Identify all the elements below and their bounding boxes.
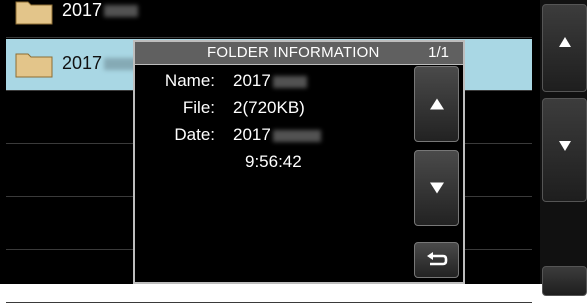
folder-information-dialog: FOLDER INFORMATION 1/1 Name: 2017 File: …: [133, 40, 465, 284]
down-arrow-icon: [429, 182, 444, 194]
time-value: 9:56:42: [245, 152, 302, 171]
folder-row-label: 2017: [62, 0, 139, 21]
folder-row-label: 2017: [62, 53, 139, 74]
scroll-column: [540, 0, 587, 296]
dialog-return-button[interactable]: [414, 242, 459, 278]
file-value: 2(720KB): [233, 98, 305, 117]
dialog-scroll-up-button[interactable]: [414, 66, 459, 142]
down-arrow-icon: [559, 141, 571, 151]
date-label: Date:: [174, 125, 215, 144]
folder-icon: [15, 53, 53, 78]
screen: 2017 2017 FOLDER INFORMATION 1/1 Name: 2…: [0, 0, 587, 303]
return-icon: [426, 252, 447, 266]
file-label: File:: [182, 98, 215, 117]
scroll-up-button[interactable]: [542, 4, 587, 92]
dialog-header: FOLDER INFORMATION 1/1: [135, 42, 463, 65]
name-label: Name:: [164, 71, 215, 90]
scroll-down-button[interactable]: [542, 98, 587, 202]
dialog-title: FOLDER INFORMATION: [207, 44, 380, 61]
up-arrow-icon: [429, 98, 444, 110]
dialog-scroll-down-button[interactable]: [414, 150, 459, 226]
up-arrow-icon: [559, 37, 571, 47]
date-value: 2017: [233, 125, 321, 145]
name-value: 2017: [233, 71, 307, 91]
scroll-return-button[interactable]: [542, 266, 587, 296]
folder-row[interactable]: 2017: [6, 0, 532, 38]
dialog-page-indicator: 1/1: [428, 44, 449, 61]
folder-icon: [15, 1, 53, 25]
